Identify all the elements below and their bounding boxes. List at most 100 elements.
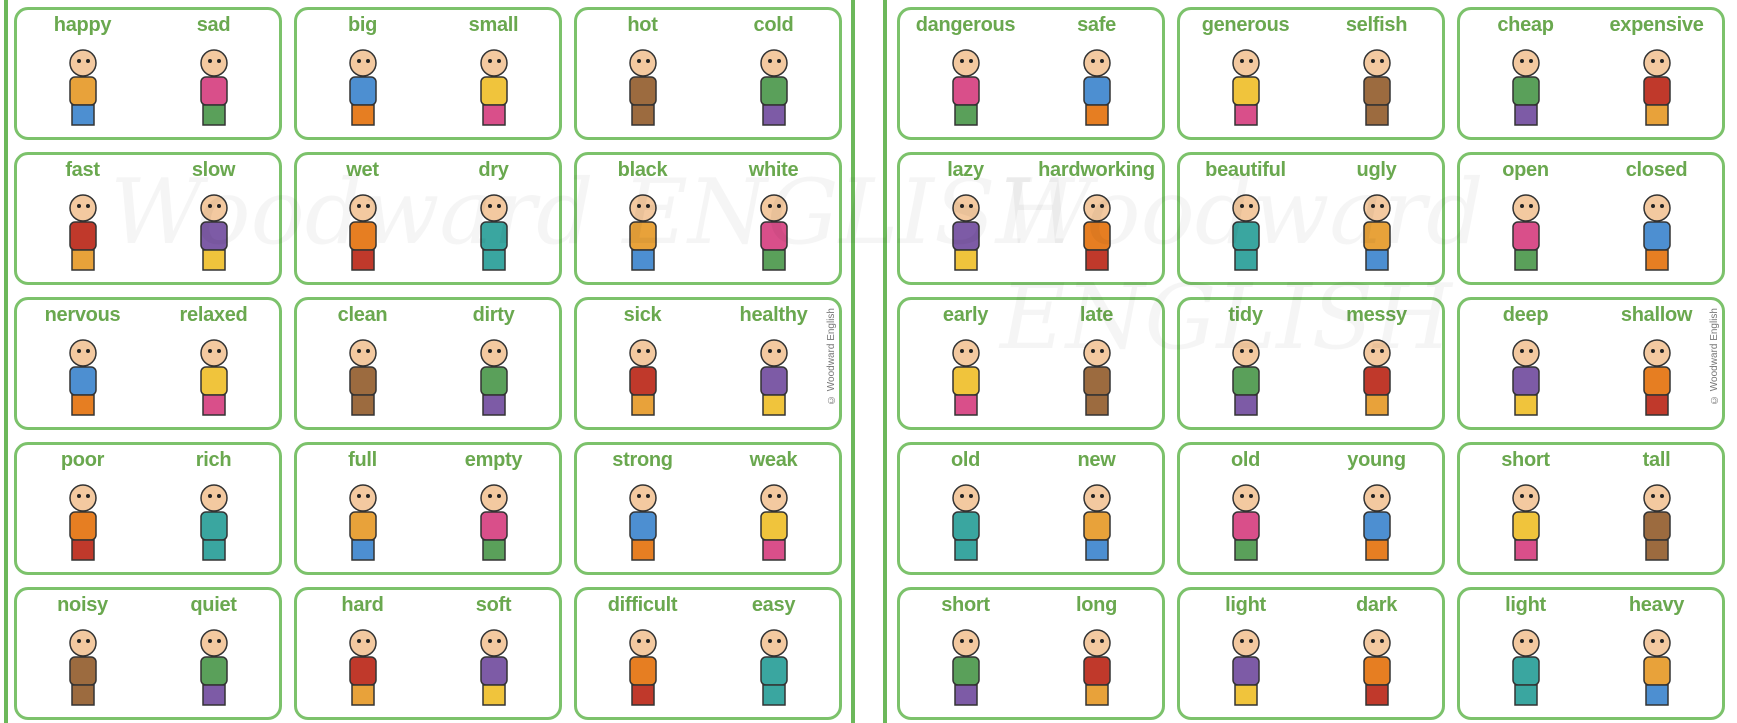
card-left-half: difficult	[577, 590, 708, 717]
card-left-half: short	[1460, 445, 1591, 572]
cartoon-illustration-icon	[931, 188, 1001, 282]
cartoon-illustration-icon	[179, 43, 249, 137]
card-right-half: sad	[148, 10, 279, 137]
adjective-label: hardworking	[1038, 159, 1155, 181]
adjective-label: long	[1075, 594, 1117, 616]
opposites-card: strong weak	[574, 442, 842, 575]
card-left-half: big	[297, 10, 428, 137]
cartoon-illustration-icon	[459, 623, 529, 717]
card-left-half: noisy	[17, 590, 148, 717]
card-right-half: empty	[428, 445, 559, 572]
adjective-label: rich	[195, 449, 232, 471]
card-right-half: healthy	[708, 300, 839, 427]
card-right-half: long	[1031, 590, 1162, 717]
cartoon-illustration-icon	[1062, 333, 1132, 427]
adjective-label: heavy	[1628, 594, 1685, 616]
adjective-label: happy	[53, 14, 112, 36]
card-right-half: easy	[708, 590, 839, 717]
card-left-half: early	[900, 300, 1031, 427]
adjective-label: deep	[1502, 304, 1549, 326]
card-left-half: cheap	[1460, 10, 1591, 137]
opposites-card: noisy quiet	[14, 587, 282, 720]
adjective-label: short	[1501, 449, 1550, 471]
opposites-card: old young	[1177, 442, 1445, 575]
opposites-card: sick healthy © Woodward English	[574, 297, 842, 430]
adjective-label: dry	[478, 159, 509, 181]
cartoon-illustration-icon	[459, 478, 529, 572]
card-right-half: closed	[1591, 155, 1722, 282]
adjective-label: ugly	[1356, 159, 1397, 181]
adjective-label: big	[347, 14, 378, 36]
adjective-label: black	[617, 159, 668, 181]
opposites-card: light heavy	[1457, 587, 1725, 720]
card-left-half: hot	[577, 10, 708, 137]
adjective-label: relaxed	[179, 304, 248, 326]
cartoon-illustration-icon	[48, 43, 118, 137]
adjective-label: noisy	[57, 594, 108, 616]
cartoon-illustration-icon	[931, 478, 1001, 572]
cartoon-illustration-icon	[1342, 478, 1412, 572]
border-line-left	[4, 0, 8, 723]
opposites-card: light dark	[1177, 587, 1445, 720]
cartoon-illustration-icon	[1062, 43, 1132, 137]
adjective-label: tidy	[1228, 304, 1263, 326]
card-right-half: cold	[708, 10, 839, 137]
cartoon-illustration-icon	[608, 188, 678, 282]
opposites-card: wet dry	[294, 152, 562, 285]
card-right-half: shallow	[1591, 300, 1722, 427]
opposites-panel-left: happy sad big small hot cold fast slow wet dry bla…	[14, 7, 842, 720]
adjective-label: nervous	[44, 304, 121, 326]
adjective-label: difficult	[607, 594, 678, 616]
copyright-text: © Woodward English	[826, 308, 837, 405]
cartoon-illustration-icon	[608, 623, 678, 717]
adjective-label: old	[1230, 449, 1261, 471]
cartoon-illustration-icon	[1622, 43, 1692, 137]
cartoon-illustration-icon	[931, 623, 1001, 717]
card-right-half: rich	[148, 445, 279, 572]
adjective-label: white	[748, 159, 799, 181]
adjective-label: fast	[65, 159, 100, 181]
opposites-card: poor rich	[14, 442, 282, 575]
adjective-label: short	[941, 594, 990, 616]
cartoon-illustration-icon	[608, 478, 678, 572]
cartoon-illustration-icon	[1342, 623, 1412, 717]
card-right-half: late	[1031, 300, 1162, 427]
adjective-label: new	[1077, 449, 1116, 471]
adjective-label: dangerous	[915, 14, 1016, 36]
opposites-card: open closed	[1457, 152, 1725, 285]
card-left-half: dangerous	[900, 10, 1031, 137]
adjective-label: cheap	[1497, 14, 1554, 36]
adjective-label: soft	[475, 594, 512, 616]
opposites-card: short tall	[1457, 442, 1725, 575]
adjective-label: open	[1502, 159, 1549, 181]
adjective-label: beautiful	[1205, 159, 1286, 181]
opposites-card: difficult easy	[574, 587, 842, 720]
cartoon-illustration-icon	[459, 43, 529, 137]
cartoon-illustration-icon	[179, 333, 249, 427]
adjective-label: small	[468, 14, 519, 36]
card-left-half: old	[1180, 445, 1311, 572]
card-right-half: selfish	[1311, 10, 1442, 137]
cartoon-illustration-icon	[608, 43, 678, 137]
cartoon-illustration-icon	[1211, 333, 1281, 427]
opposites-card: happy sad	[14, 7, 282, 140]
card-right-half: expensive	[1591, 10, 1722, 137]
cartoon-illustration-icon	[179, 478, 249, 572]
card-right-half: slow	[148, 155, 279, 282]
opposites-card: early late	[897, 297, 1165, 430]
cartoon-illustration-icon	[931, 43, 1001, 137]
cartoon-illustration-icon	[739, 623, 809, 717]
cartoon-illustration-icon	[48, 478, 118, 572]
card-right-half: white	[708, 155, 839, 282]
card-right-half: young	[1311, 445, 1442, 572]
cartoon-illustration-icon	[739, 188, 809, 282]
adjective-label: healthy	[739, 304, 808, 326]
adjective-label: quiet	[190, 594, 237, 616]
adjective-label: tall	[1642, 449, 1671, 471]
adjective-label: cold	[753, 14, 794, 36]
cartoon-illustration-icon	[459, 188, 529, 282]
card-left-half: sick	[577, 300, 708, 427]
card-left-half: fast	[17, 155, 148, 282]
card-right-half: dry	[428, 155, 559, 282]
adjective-label: sad	[196, 14, 231, 36]
